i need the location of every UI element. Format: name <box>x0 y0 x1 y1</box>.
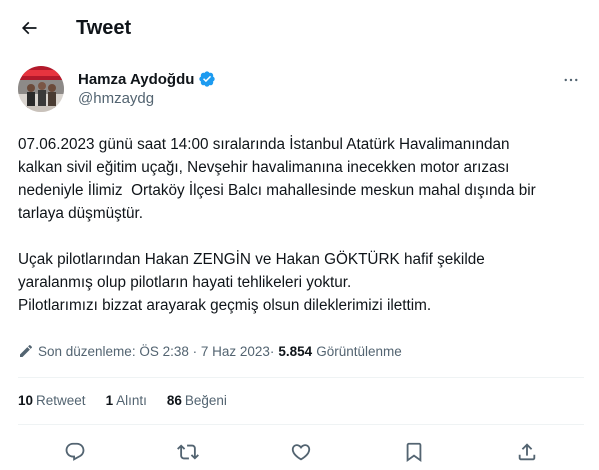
page-title: Tweet <box>76 17 132 39</box>
tweet-text-line: nedeniyle İlimiz Ortaköy İlçesi Balcı ma… <box>18 182 536 199</box>
tweet-header: Tweet <box>0 0 599 58</box>
tweet-text-line: 07.06.2023 günü saat 14:00 sıralarında İ… <box>18 136 510 153</box>
avatar-image <box>18 66 64 112</box>
stat-label: Alıntı <box>116 393 147 408</box>
retweet-icon <box>177 444 199 460</box>
bookmark-button[interactable] <box>399 437 429 467</box>
author-handle[interactable]: @hmzaydg <box>78 90 154 107</box>
back-button[interactable] <box>12 11 46 45</box>
views-label: Görüntülenme <box>316 343 402 359</box>
stat-label: Retweet <box>36 393 86 408</box>
edited-timestamp-link[interactable]: Son düzenleme: ÖS 2:38 · 7 Haz 2023 <box>38 344 270 359</box>
more-options-button[interactable] <box>559 68 583 92</box>
tweet-text: 07.06.2023 günü saat 14:00 sıralarında İ… <box>18 133 588 317</box>
retweet-button[interactable] <box>173 437 203 467</box>
arrow-left-icon <box>21 21 37 35</box>
tweet-stats: 10 Retweet 1 Alıntı 86 Beğeni <box>18 393 247 408</box>
more-horizontal-icon <box>564 78 578 82</box>
tweet-text-line: yaralanmış olup pilotların hayati tehlik… <box>18 274 352 291</box>
stat-count: 86 <box>166 393 182 408</box>
tweet-author: Hamza Aydoğdu @hmzaydg <box>18 66 583 116</box>
reply-button[interactable] <box>60 437 90 467</box>
stat-label: Beğeni <box>184 393 227 408</box>
like-icon <box>291 444 311 461</box>
share-icon <box>518 443 536 461</box>
reply-icon <box>65 442 85 461</box>
bookmark-icon <box>406 442 422 463</box>
verified-badge-icon[interactable] <box>198 70 216 88</box>
like-count-link[interactable]: 86 Beğeni <box>167 393 227 408</box>
author-name-row: Hamza Aydoğdu <box>78 70 216 88</box>
pencil-icon <box>20 344 33 357</box>
divider <box>18 377 584 378</box>
tweet-text-line: Pilotlarımızı bizzat arayarak geçmiş ols… <box>18 297 432 314</box>
share-button[interactable] <box>512 437 542 467</box>
tweet-actions <box>18 437 584 467</box>
retweet-count-link[interactable]: 10 Retweet <box>18 393 86 408</box>
tweet-meta: Son düzenleme: ÖS 2:38 · 7 Haz 2023 · 5.… <box>18 341 402 361</box>
tweet-text-line: tarlaya düşmüştür. <box>18 205 143 222</box>
author-name[interactable]: Hamza Aydoğdu <box>78 71 194 88</box>
views-count[interactable]: 5.854 <box>278 344 312 359</box>
quote-count-link[interactable]: 1 Alıntı <box>106 393 147 408</box>
tweet-text-line: Uçak pilotlarından Hakan ZENGİN ve Hakan… <box>18 251 485 268</box>
stat-count: 10 <box>18 393 34 408</box>
tweet-text-line: kalkan sivil eğitim uçağı, Nevşehir hava… <box>18 159 510 176</box>
avatar[interactable] <box>18 66 64 112</box>
like-button[interactable] <box>286 437 316 467</box>
meta-separator: · <box>269 343 275 359</box>
divider <box>18 424 584 425</box>
stat-count: 1 <box>105 393 114 408</box>
